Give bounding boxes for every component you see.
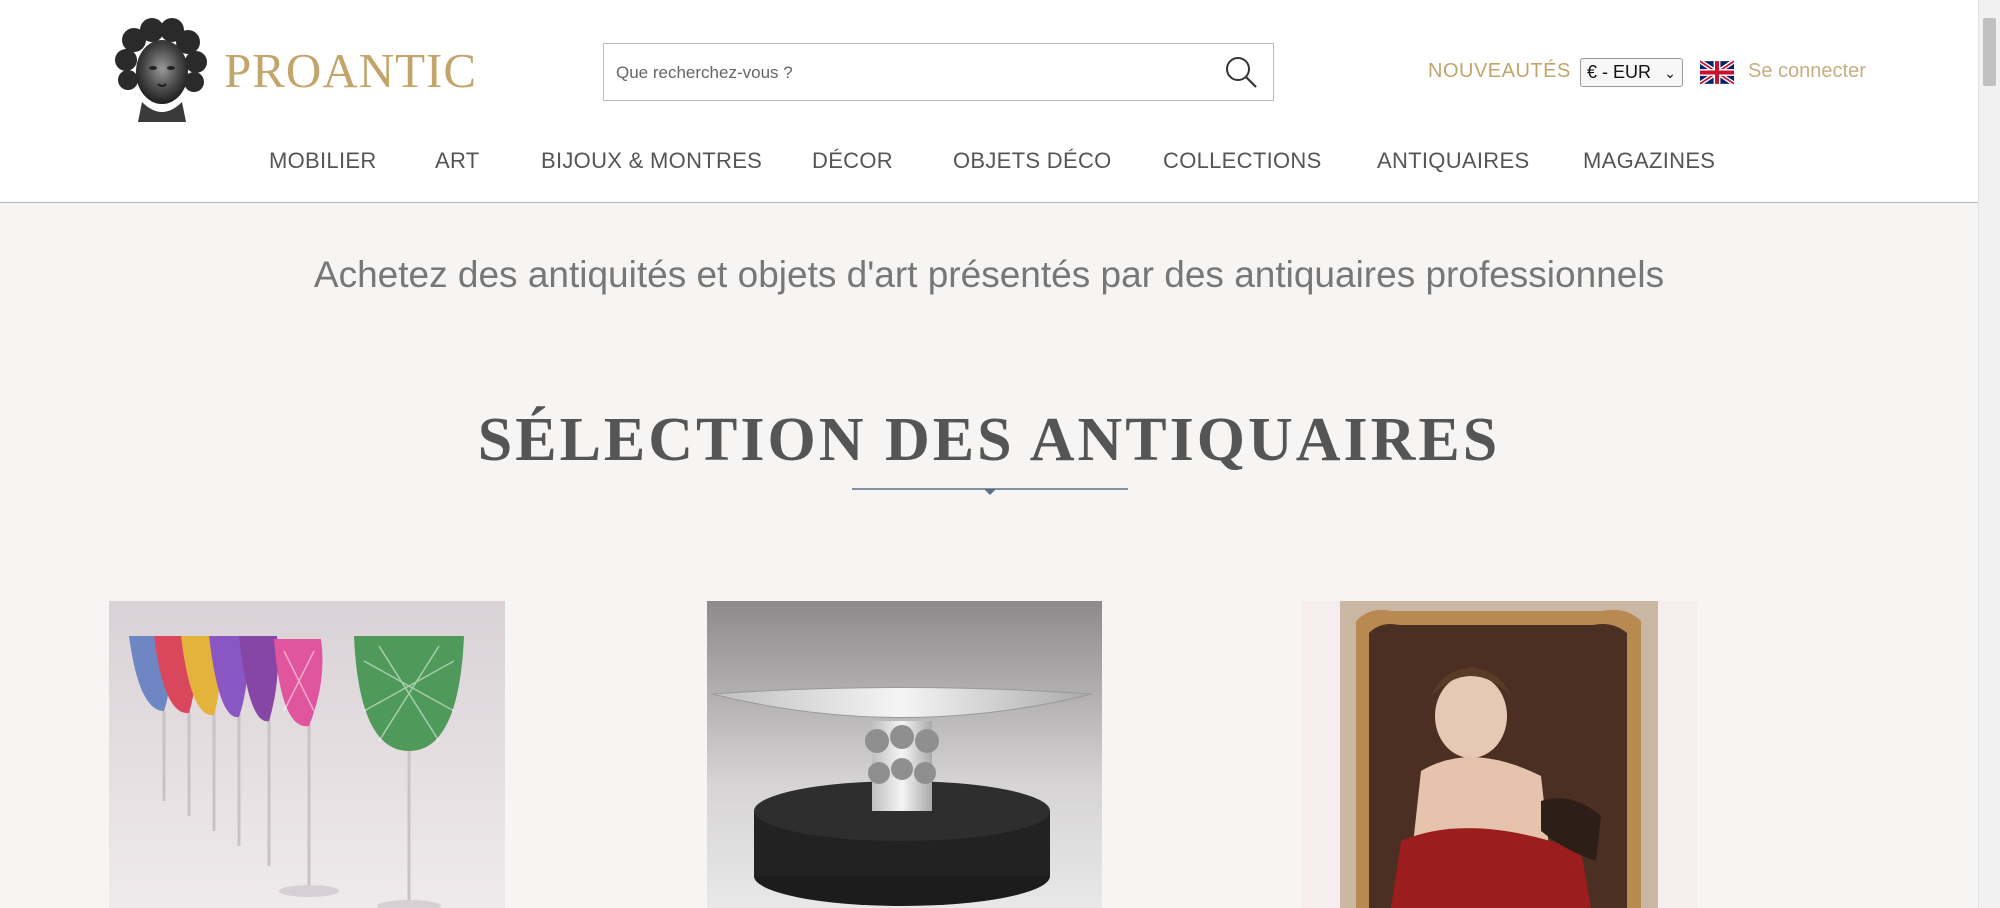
product-card-centerpiece[interactable]: [707, 601, 1102, 908]
main-nav: MOBILIER ART BIJOUX & MONTRES DÉCOR OBJE…: [0, 148, 1978, 178]
logo-text[interactable]: PROANTIC: [224, 42, 477, 99]
search-icon[interactable]: [1223, 54, 1259, 90]
chevron-down-icon: ⌄: [1664, 65, 1676, 81]
product-image-portrait-painting[interactable]: [1301, 601, 1697, 908]
product-card-glasses[interactable]: [109, 601, 505, 908]
nav-item-decor[interactable]: DÉCOR: [812, 148, 893, 174]
nav-item-art[interactable]: ART: [435, 148, 480, 174]
search-box: [603, 43, 1274, 101]
currency-value: € - EUR: [1587, 62, 1652, 82]
product-image-silver-centerpiece[interactable]: [707, 601, 1102, 908]
nav-item-bijoux-montres[interactable]: BIJOUX & MONTRES: [541, 148, 762, 174]
nav-item-mobilier[interactable]: MOBILIER: [269, 148, 377, 174]
site-header: PROANTIC NOUVEAUTÉS € - EUR ⌄ Se connect…: [0, 0, 1978, 203]
title-underline-divider: [852, 488, 1128, 495]
nouveautes-link[interactable]: NOUVEAUTÉS: [1428, 60, 1571, 83]
scrollbar-thumb[interactable]: [1983, 18, 1996, 86]
nav-item-magazines[interactable]: MAGAZINES: [1583, 148, 1715, 174]
page-scrollbar[interactable]: [1978, 0, 2000, 908]
site-tagline: Achetez des antiquités et objets d'art p…: [313, 254, 1665, 295]
login-link[interactable]: Se connecter: [1748, 60, 1866, 83]
search-input[interactable]: [614, 57, 1198, 89]
product-image-wine-glasses[interactable]: [109, 601, 505, 908]
nav-item-collections[interactable]: COLLECTIONS: [1163, 148, 1322, 174]
logo-bust-icon[interactable]: [112, 18, 208, 122]
currency-select[interactable]: € - EUR ⌄: [1580, 58, 1683, 87]
nav-item-objets-deco[interactable]: OBJETS DÉCO: [953, 148, 1112, 174]
product-card-portrait[interactable]: [1301, 601, 1697, 908]
nav-item-antiquaires[interactable]: ANTIQUAIRES: [1377, 148, 1529, 174]
uk-flag-icon[interactable]: [1700, 59, 1734, 86]
section-title: SÉLECTION DES ANTIQUAIRES: [477, 406, 1501, 474]
